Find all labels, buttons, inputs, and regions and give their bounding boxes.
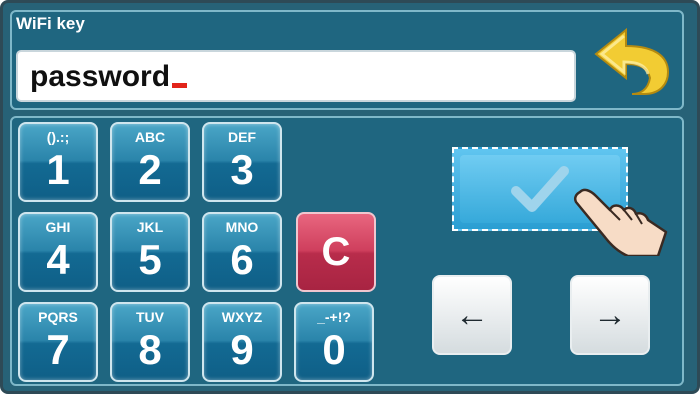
key-6[interactable]: MNO 6 [202, 212, 282, 292]
key-0[interactable]: _-+!? 0 [294, 302, 374, 382]
key-8-digit: 8 [138, 326, 162, 373]
key-6-digit: 6 [230, 236, 254, 283]
key-2-digit: 2 [138, 146, 162, 193]
page-title: WiFi key [16, 14, 85, 33]
wifi-key-input[interactable]: password [16, 50, 576, 102]
back-button[interactable] [588, 22, 674, 100]
key-3-digit: 3 [230, 146, 254, 193]
key-1-digit: 1 [46, 146, 70, 193]
key-9[interactable]: WXYZ 9 [202, 302, 282, 382]
key-7-digit: 7 [46, 326, 70, 373]
text-caret [172, 83, 188, 88]
key-2[interactable]: ABC 2 [110, 122, 190, 202]
back-arrow-icon [594, 27, 670, 95]
key-5[interactable]: JKL 5 [110, 212, 190, 292]
key-1[interactable]: ().:; 1 [18, 122, 98, 202]
cursor-left-button[interactable]: ← [432, 275, 512, 355]
checkmark-icon [511, 166, 569, 212]
key-7[interactable]: PQRS 7 [18, 302, 98, 382]
key-5-digit: 5 [138, 236, 162, 283]
key-3[interactable]: DEF 3 [202, 122, 282, 202]
wifi-key-value: password [30, 60, 188, 94]
key-4-digit: 4 [46, 236, 70, 283]
key-8[interactable]: TUV 8 [110, 302, 190, 382]
key-9-digit: 9 [230, 326, 254, 373]
input-text: password [30, 60, 171, 93]
key-0-digit: 0 [322, 326, 346, 373]
cursor-right-button[interactable]: → [570, 275, 650, 355]
pointing-hand-icon [566, 180, 672, 258]
key-4[interactable]: GHI 4 [18, 212, 98, 292]
clear-button[interactable]: C [296, 212, 376, 292]
